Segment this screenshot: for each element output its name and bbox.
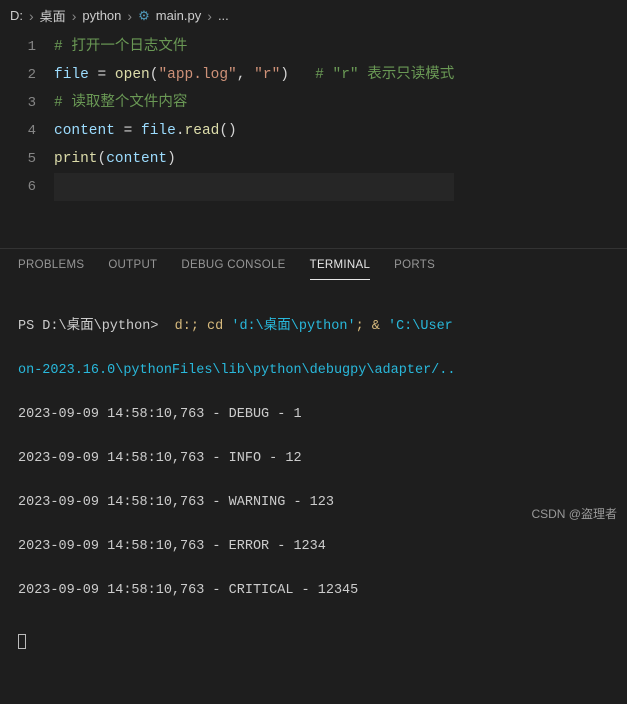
tab-ports[interactable]: PORTS: [394, 259, 435, 280]
terminal-line: 2023-09-09 14:58:10,763 - WARNING - 123: [18, 492, 609, 514]
breadcrumb-drive[interactable]: D:: [10, 8, 23, 23]
line-number: 2: [0, 61, 36, 89]
identifier: content: [106, 151, 167, 167]
python-file-icon: ⚙: [138, 8, 150, 24]
breadcrumb[interactable]: D: › 桌面 › python › ⚙ main.py › ...: [0, 0, 627, 31]
panel-tabs: PROBLEMS OUTPUT DEBUG CONSOLE TERMINAL P…: [0, 249, 627, 280]
chevron-right-icon: ›: [72, 8, 77, 24]
line-number: 1: [0, 33, 36, 61]
identifier: content: [54, 123, 115, 139]
function-call: read: [185, 123, 220, 139]
identifier: file: [141, 123, 176, 139]
code-content[interactable]: # 打开一个日志文件 file = open("app.log", "r") #…: [54, 33, 454, 201]
comment: # "r" 表示只读模式: [315, 67, 454, 83]
code-editor[interactable]: 1 2 3 4 5 6 # 打开一个日志文件 file = open("app.…: [0, 31, 627, 201]
tab-debug-console[interactable]: DEBUG CONSOLE: [181, 259, 285, 280]
terminal-output[interactable]: PS D:\桌面\python> d:; cd 'd:\桌面\python'; …: [0, 280, 627, 704]
function-call: print: [54, 151, 98, 167]
comment: # 读取整个文件内容: [54, 95, 187, 111]
terminal-line: 2023-09-09 14:58:10,763 - ERROR - 1234: [18, 536, 609, 558]
bottom-panel: PROBLEMS OUTPUT DEBUG CONSOLE TERMINAL P…: [0, 248, 627, 526]
terminal-line: 2023-09-09 14:58:10,763 - INFO - 12: [18, 448, 609, 470]
tab-terminal[interactable]: TERMINAL: [310, 259, 371, 280]
terminal-line: 2023-09-09 14:58:10,763 - CRITICAL - 123…: [18, 580, 609, 602]
line-number-gutter: 1 2 3 4 5 6: [0, 33, 54, 201]
line-number: 3: [0, 89, 36, 117]
watermark: CSDN @盗理者: [531, 505, 617, 522]
breadcrumb-file[interactable]: main.py: [156, 8, 202, 23]
function-call: open: [115, 67, 150, 83]
line-number: 6: [0, 173, 36, 201]
terminal-cursor-icon: [18, 634, 26, 649]
terminal-prompt: PS D:\桌面\python>: [18, 319, 167, 334]
tab-output[interactable]: OUTPUT: [108, 259, 157, 280]
tab-problems[interactable]: PROBLEMS: [18, 259, 84, 280]
chevron-right-icon: ›: [29, 8, 34, 24]
chevron-right-icon: ›: [207, 8, 212, 24]
terminal-line: 2023-09-09 14:58:10,763 - DEBUG - 1: [18, 404, 609, 426]
string-literal: "r": [254, 67, 280, 83]
string-literal: "app.log": [158, 67, 236, 83]
line-number: 5: [0, 145, 36, 173]
chevron-right-icon: ›: [127, 8, 132, 24]
terminal-line: on-2023.16.0\pythonFiles\lib\python\debu…: [18, 360, 609, 382]
breadcrumb-folder[interactable]: 桌面: [40, 6, 66, 25]
breadcrumb-more[interactable]: ...: [218, 8, 229, 23]
identifier: file: [54, 67, 89, 83]
line-number: 4: [0, 117, 36, 145]
current-line[interactable]: [54, 173, 454, 201]
comment: # 打开一个日志文件: [54, 39, 187, 55]
breadcrumb-folder[interactable]: python: [82, 8, 121, 23]
